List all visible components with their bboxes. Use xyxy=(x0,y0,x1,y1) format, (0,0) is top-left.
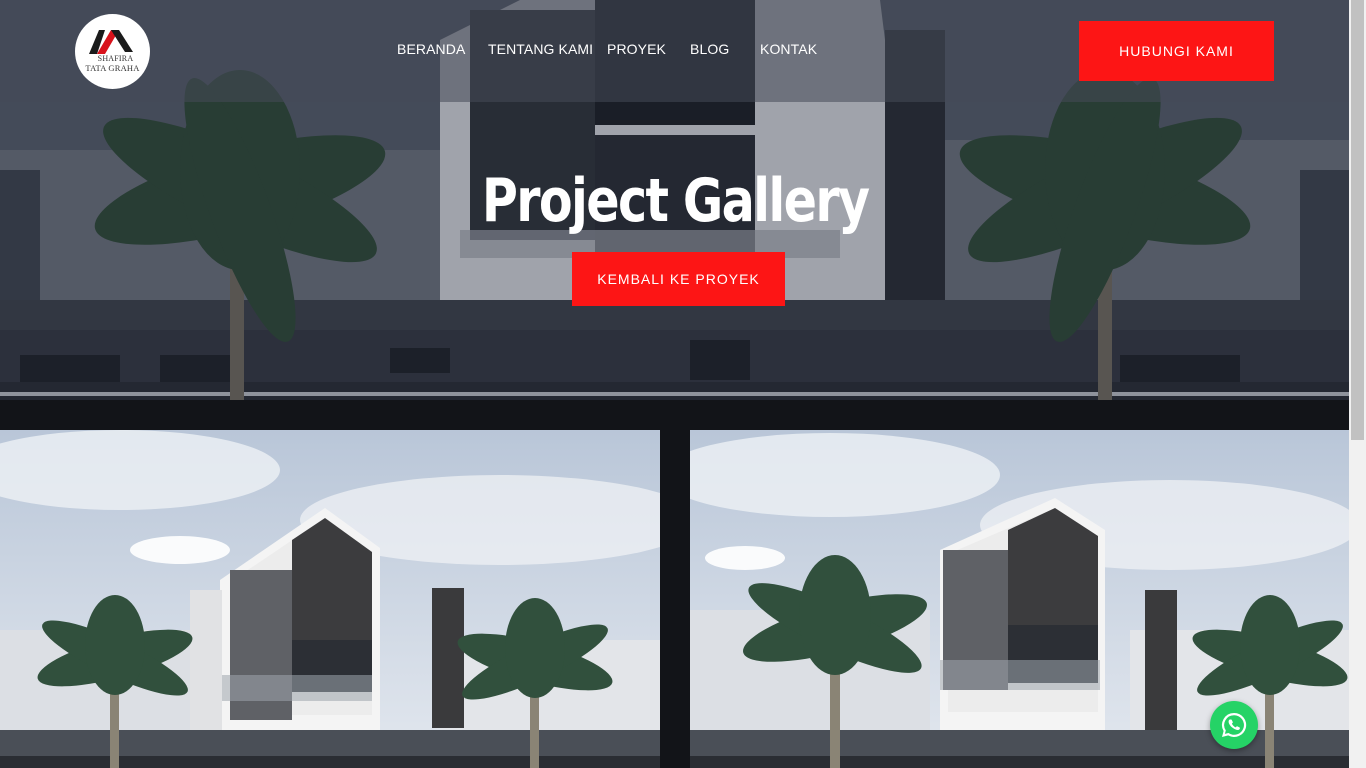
brand-logo[interactable]: SHAFIRA TATA GRAHA xyxy=(75,14,150,89)
brand-name-line1: SHAFIRA xyxy=(97,54,134,63)
gallery-item[interactable] xyxy=(0,430,660,768)
page-title: Project Gallery xyxy=(481,166,870,236)
house-render-image xyxy=(0,430,660,768)
page-scrollbar[interactable] xyxy=(1349,0,1366,768)
nav-item-tentang-kami[interactable]: TENTANG KAMI xyxy=(488,41,593,57)
navbar: SHAFIRA TATA GRAHA BERANDA TENTANG KAMI … xyxy=(0,0,1349,102)
nav-item-proyek[interactable]: PROYEK xyxy=(607,41,666,57)
back-to-projects-button[interactable]: KEMBALI KE PROYEK xyxy=(572,252,785,306)
contact-us-button[interactable]: HUBUNGI KAMI xyxy=(1079,21,1274,81)
whatsapp-icon xyxy=(1221,712,1247,737)
nav-item-beranda[interactable]: BERANDA xyxy=(397,41,465,57)
brand-name-line2: TATA GRAHA xyxy=(85,63,140,73)
house-roof-logo-icon xyxy=(89,30,133,54)
nav-item-kontak[interactable]: KONTAK xyxy=(760,41,817,57)
whatsapp-button[interactable] xyxy=(1210,701,1258,749)
nav-item-blog[interactable]: BLOG xyxy=(690,41,729,57)
hero-section: SHAFIRA TATA GRAHA BERANDA TENTANG KAMI … xyxy=(0,0,1349,400)
scrollbar-thumb[interactable] xyxy=(1351,0,1364,440)
